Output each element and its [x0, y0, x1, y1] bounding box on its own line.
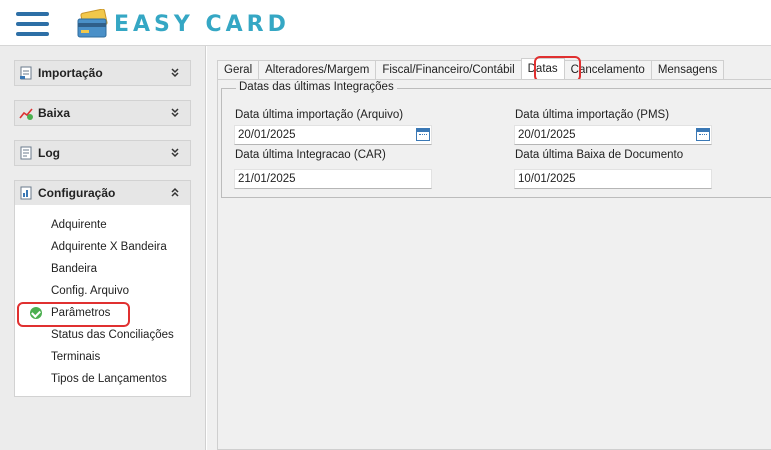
chevron-double-down-icon[interactable] [168, 67, 182, 79]
tab-bar: Geral Alteradores/Margem Fiscal/Financei… [217, 58, 725, 79]
field-label-importacao-pms: Data última importação (PMS) [515, 109, 670, 121]
document-icon [20, 146, 32, 160]
submenu-item-status-conciliacoes[interactable]: Status das Conciliações [51, 329, 174, 341]
field-label-baixa-documento: Data última Baixa de Documento [515, 149, 684, 161]
import-icon [20, 66, 32, 80]
tab-mensagens[interactable]: Mensagens [650, 60, 725, 79]
highlight-parametros [17, 302, 130, 327]
submenu-item-adquirente[interactable]: Adquirente [51, 219, 107, 231]
field-label-integracao-car: Data última Integracao (CAR) [235, 149, 386, 161]
sidebar-section-label: Configuração [38, 186, 116, 200]
submenu-item-tipos-lancamentos[interactable]: Tipos de Lançamentos [51, 373, 167, 385]
field-label-importacao-arquivo: Data última importação (Arquivo) [235, 109, 404, 121]
sidebar: Importação Baixa Log Configuração Adquir… [0, 46, 206, 450]
logo-text: EASY CARD [114, 11, 290, 37]
sidebar-section-label: Importação [38, 66, 103, 80]
configuracao-submenu: Adquirente Adquirente X Bandeira Bandeir… [14, 205, 191, 397]
calendar-icon[interactable] [416, 128, 430, 141]
sidebar-section-configuracao[interactable]: Configuração [14, 180, 191, 206]
submenu-item-config-arquivo[interactable]: Config. Arquivo [51, 285, 129, 297]
sidebar-section-label: Log [38, 146, 60, 160]
sidebar-section-label: Baixa [38, 106, 71, 120]
date-input-integracao-car[interactable]: 21/01/2025 [234, 169, 432, 189]
submenu-item-bandeira[interactable]: Bandeira [51, 263, 97, 275]
chart-icon [19, 108, 33, 120]
app-logo: EASY CARD [76, 8, 290, 40]
sidebar-section-baixa[interactable]: Baixa [14, 100, 191, 126]
submenu-item-terminais[interactable]: Terminais [51, 351, 100, 363]
config-icon [20, 186, 32, 200]
date-input-importacao-pms[interactable]: 20/01/2025 [514, 125, 712, 145]
chevron-double-up-icon[interactable] [168, 187, 182, 199]
submenu-item-adquirente-bandeira[interactable]: Adquirente X Bandeira [51, 241, 167, 253]
tab-panel-datas: Datas das últimas Integrações Data últim… [217, 79, 771, 450]
chevron-double-down-icon[interactable] [168, 147, 182, 159]
main-content: Geral Alteradores/Margem Fiscal/Financei… [207, 46, 771, 450]
app-header: EASY CARD [0, 0, 771, 46]
calendar-icon[interactable] [696, 128, 710, 141]
sidebar-section-importacao[interactable]: Importação [14, 60, 191, 86]
sidebar-section-log[interactable]: Log [14, 140, 191, 166]
tab-alteradores-margem[interactable]: Alteradores/Margem [258, 60, 377, 79]
datas-group: Datas das últimas Integrações Data últim… [221, 81, 771, 198]
date-input-baixa-documento[interactable]: 10/01/2025 [514, 169, 712, 189]
group-title: Datas das últimas Integrações [236, 81, 397, 93]
tab-fiscal-financeiro-contabil[interactable]: Fiscal/Financeiro/Contábil [375, 60, 522, 79]
hamburger-icon[interactable] [16, 12, 49, 36]
tab-geral[interactable]: Geral [217, 60, 260, 79]
date-input-importacao-arquivo[interactable]: 20/01/2025 [234, 125, 432, 145]
credit-card-icon [77, 9, 108, 38]
chevron-double-down-icon[interactable] [168, 107, 182, 119]
